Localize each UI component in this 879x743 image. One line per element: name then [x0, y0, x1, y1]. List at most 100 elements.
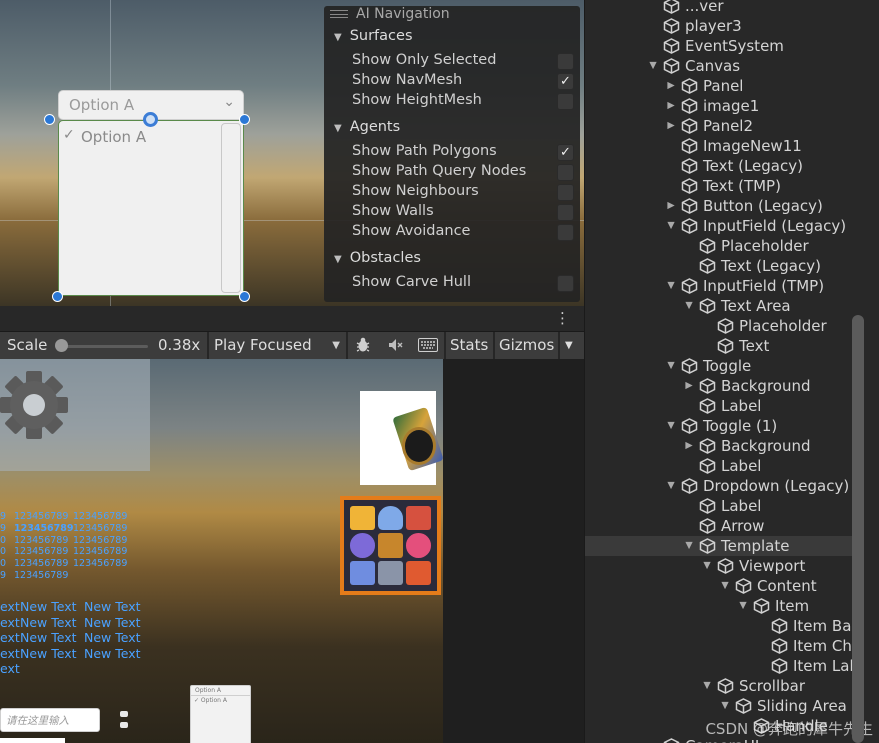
- expand-arrow-down-icon[interactable]: ▼: [665, 216, 677, 236]
- expand-arrow-right-icon[interactable]: ▶: [683, 376, 695, 396]
- toggle-handle[interactable]: [120, 722, 128, 728]
- ai-navigation-title[interactable]: AI Navigation: [330, 6, 450, 26]
- hierarchy-item[interactable]: Item Bac: [585, 616, 860, 636]
- checkbox-checked[interactable]: ✓: [557, 73, 574, 90]
- gizmos-dropdown-arrow-icon[interactable]: ▼: [565, 332, 573, 359]
- hierarchy-item[interactable]: Label: [585, 456, 852, 476]
- row-show-navmesh[interactable]: Show NavMesh ✓: [352, 72, 574, 92]
- scale-slider-track[interactable]: [60, 345, 148, 348]
- hierarchy-item[interactable]: ...ver: [585, 0, 852, 16]
- checkbox-checked[interactable]: ✓: [557, 144, 574, 161]
- hierarchy-item[interactable]: ▶ Button (Legacy): [585, 196, 852, 216]
- hierarchy-item[interactable]: ▶ image1: [585, 96, 852, 116]
- checkbox-unchecked[interactable]: [557, 204, 574, 221]
- expand-arrow-right-icon[interactable]: ▶: [665, 196, 677, 216]
- rect-handle[interactable]: [52, 291, 63, 302]
- hierarchy-item[interactable]: ▼ Content: [585, 576, 852, 596]
- hierarchy-item[interactable]: EventSystem: [585, 36, 852, 56]
- game-input-field-2[interactable]: [0, 738, 65, 743]
- hierarchy-item[interactable]: Text (Legacy): [585, 156, 852, 176]
- hierarchy-item[interactable]: ▼ Toggle (1): [585, 416, 852, 436]
- hierarchy-item[interactable]: Text (Legacy): [585, 256, 852, 276]
- game-input-field[interactable]: 请在这里输入: [0, 708, 100, 732]
- row-show-carve-hull[interactable]: Show Carve Hull: [352, 274, 574, 294]
- expand-arrow-right-icon[interactable]: ▶: [665, 96, 677, 116]
- expand-arrow-down-icon[interactable]: ▼: [665, 356, 677, 376]
- hierarchy-item[interactable]: Text (TMP): [585, 176, 852, 196]
- mini-dropdown[interactable]: Option A ✓ Option A: [190, 685, 251, 743]
- ai-navigation-overlay[interactable]: AI Navigation ▼ Surfaces Show Only Select…: [324, 6, 580, 302]
- gizmos-button[interactable]: Gizmos: [499, 332, 554, 359]
- hierarchy-item[interactable]: ▼ InputField (Legacy): [585, 216, 852, 236]
- checkbox-unchecked[interactable]: [557, 93, 574, 110]
- expand-arrow-down-icon[interactable]: ▼: [683, 536, 695, 556]
- expand-arrow-right-icon[interactable]: ▶: [683, 436, 695, 456]
- hierarchy-item[interactable]: Item Che: [585, 636, 861, 656]
- hierarchy-scrollbar[interactable]: [852, 315, 864, 743]
- hierarchy-item[interactable]: ImageNew11: [585, 136, 852, 156]
- hierarchy-item[interactable]: ▼ Viewport: [585, 556, 852, 576]
- row-show-walls[interactable]: Show Walls: [352, 203, 574, 223]
- hierarchy-item[interactable]: ▼ Canvas: [585, 56, 852, 76]
- hierarchy-item[interactable]: Placeholder: [585, 236, 852, 256]
- hierarchy-item[interactable]: ▶ Background: [585, 376, 852, 396]
- toggle-handle[interactable]: [120, 711, 128, 717]
- debug-bug-button[interactable]: [349, 332, 377, 359]
- checkbox-unchecked[interactable]: [557, 53, 574, 70]
- pivot-handle[interactable]: [143, 112, 158, 127]
- rect-handle[interactable]: [239, 291, 250, 302]
- expand-arrow-down-icon[interactable]: ▼: [665, 476, 677, 496]
- hierarchy-item[interactable]: ▼ Sliding Area: [585, 696, 852, 716]
- row-show-path-polygons[interactable]: Show Path Polygons ✓: [352, 143, 574, 163]
- row-show-heightmesh[interactable]: Show HeightMesh: [352, 92, 574, 112]
- stats-button[interactable]: Stats: [450, 332, 488, 359]
- scene-dropdown-scrollbar[interactable]: [221, 123, 241, 293]
- hierarchy-item[interactable]: Text: [585, 336, 852, 356]
- rect-handle[interactable]: [44, 114, 55, 125]
- hierarchy-panel[interactable]: ...ver player3 EventSystem ▼ Canvas ▶ Panel ▶ im…: [584, 0, 879, 743]
- expand-arrow-down-icon[interactable]: ▼: [683, 296, 695, 316]
- hierarchy-item[interactable]: Arrow: [585, 516, 852, 536]
- expand-arrow-down-icon[interactable]: ▼: [647, 56, 659, 76]
- rect-handle[interactable]: [239, 114, 250, 125]
- hierarchy-item[interactable]: ▶ Panel: [585, 76, 852, 96]
- checkbox-unchecked[interactable]: [557, 224, 574, 241]
- hierarchy-item[interactable]: ▼ Template: [585, 536, 852, 556]
- hierarchy-item[interactable]: Item Lab: [585, 656, 859, 676]
- expand-arrow-right-icon[interactable]: ▶: [665, 76, 677, 96]
- hierarchy-item[interactable]: ▼ InputField (TMP): [585, 276, 852, 296]
- row-show-only-selected[interactable]: Show Only Selected: [352, 52, 574, 72]
- section-agents[interactable]: ▼ Agents: [334, 119, 400, 135]
- scene-dropdown-template[interactable]: ✓ Option A: [58, 120, 244, 296]
- expand-arrow-down-icon[interactable]: ▼: [665, 276, 677, 296]
- hierarchy-item[interactable]: ▼ Scrollbar: [585, 676, 852, 696]
- scene-view[interactable]: Option A ⌄ ✓ Option A AI Navigation ▼ Sur…: [0, 0, 584, 306]
- game-view[interactable]: 9 9 0 0 0 9 123456789 123456789 12345678…: [0, 359, 584, 743]
- hierarchy-item[interactable]: Label: [585, 496, 852, 516]
- checkbox-unchecked[interactable]: [557, 184, 574, 201]
- expand-arrow-down-icon[interactable]: ▼: [701, 676, 713, 696]
- hierarchy-item[interactable]: ▼ Text Area: [585, 296, 852, 316]
- more-options-icon[interactable]: ⋮: [555, 309, 570, 327]
- checkbox-unchecked[interactable]: [557, 164, 574, 181]
- checkbox-unchecked[interactable]: [557, 275, 574, 292]
- play-mode-dropdown[interactable]: Play Focused ▼: [210, 332, 346, 359]
- mute-audio-button[interactable]: [380, 332, 410, 359]
- hierarchy-item[interactable]: ▼ Item: [585, 596, 852, 616]
- row-show-path-query-nodes[interactable]: Show Path Query Nodes: [352, 163, 574, 183]
- keyboard-shortcuts-button[interactable]: [412, 332, 444, 359]
- row-show-avoidance[interactable]: Show Avoidance: [352, 223, 574, 243]
- expand-arrow-down-icon[interactable]: ▼: [665, 416, 677, 436]
- hierarchy-item[interactable]: ▶ Panel2: [585, 116, 852, 136]
- hierarchy-item[interactable]: ▼ Toggle: [585, 356, 852, 376]
- section-surfaces[interactable]: ▼ Surfaces: [334, 28, 413, 44]
- expand-arrow-down-icon[interactable]: ▼: [701, 556, 713, 576]
- scale-slider-knob[interactable]: [55, 339, 68, 352]
- hierarchy-item[interactable]: player3: [585, 16, 852, 36]
- expand-arrow-down-icon[interactable]: ▼: [719, 576, 731, 596]
- expand-arrow-down-icon[interactable]: ▼: [719, 696, 731, 716]
- expand-arrow-right-icon[interactable]: ▶: [665, 116, 677, 136]
- section-obstacles[interactable]: ▼ Obstacles: [334, 250, 421, 266]
- expand-arrow-down-icon[interactable]: ▼: [737, 596, 749, 616]
- hierarchy-item[interactable]: Placeholder: [585, 316, 852, 336]
